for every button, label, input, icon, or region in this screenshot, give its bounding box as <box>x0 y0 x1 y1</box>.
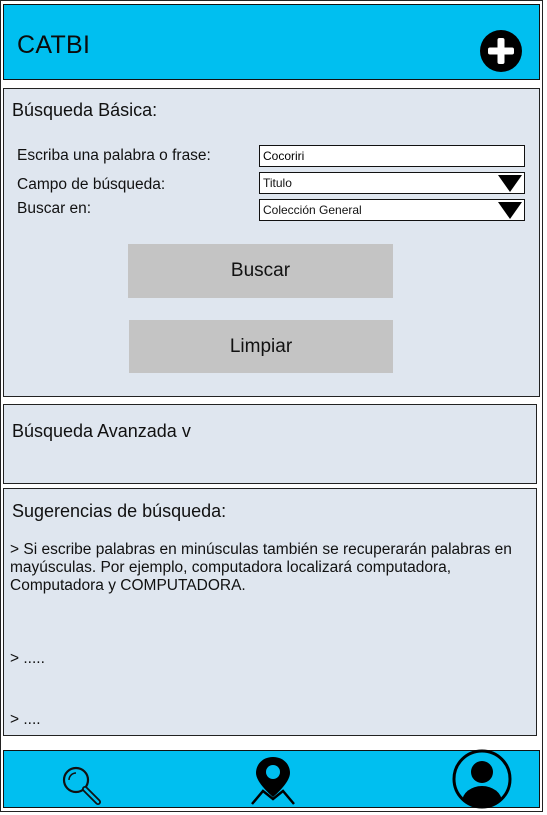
phrase-input-box[interactable] <box>263 146 524 166</box>
phrase-label: Escriba una palabra o frase: <box>17 147 211 164</box>
dropdown-arrow-icon <box>498 175 522 192</box>
search-field-select[interactable]: Titulo <box>259 172 525 194</box>
suggestion-item: > Si escribe palabras en minúsculas tamb… <box>10 541 512 594</box>
suggestions-title: Sugerencias de búsqueda: <box>12 501 227 521</box>
search-field-label: Campo de búsqueda: <box>17 176 166 193</box>
search-suggestions-panel: Sugerencias de búsqueda: > Si escribe pa… <box>3 488 537 736</box>
clear-button[interactable]: Limpiar <box>129 320 393 373</box>
user-profile-icon[interactable] <box>451 748 513 810</box>
search-field-value: Titulo <box>263 176 292 190</box>
basic-search-panel: Búsqueda Básica: Escriba una palabra o f… <box>3 88 540 397</box>
advanced-search-toggle[interactable]: Búsqueda Avanzada v <box>3 404 537 484</box>
advanced-search-title: Búsqueda Avanzada v <box>12 421 191 441</box>
plus-circle-icon[interactable] <box>479 29 523 73</box>
scope-select[interactable]: Colección General <box>259 199 525 221</box>
dropdown-arrow-icon <box>498 202 522 219</box>
suggestion-item: > ..... <box>10 650 45 667</box>
search-icon[interactable] <box>59 764 105 806</box>
suggestion-item: > .... <box>10 711 41 728</box>
basic-search-title: Búsqueda Básica: <box>12 100 158 120</box>
app-title: CATBI <box>17 31 91 59</box>
bottom-nav <box>3 748 540 810</box>
search-button[interactable]: Buscar <box>128 244 393 298</box>
top-bar: CATBI <box>3 4 540 80</box>
location-pin-icon[interactable] <box>249 753 297 807</box>
phrase-input[interactable] <box>259 145 525 167</box>
scope-value: Colección General <box>263 203 362 217</box>
scope-label: Buscar en: <box>17 200 92 217</box>
